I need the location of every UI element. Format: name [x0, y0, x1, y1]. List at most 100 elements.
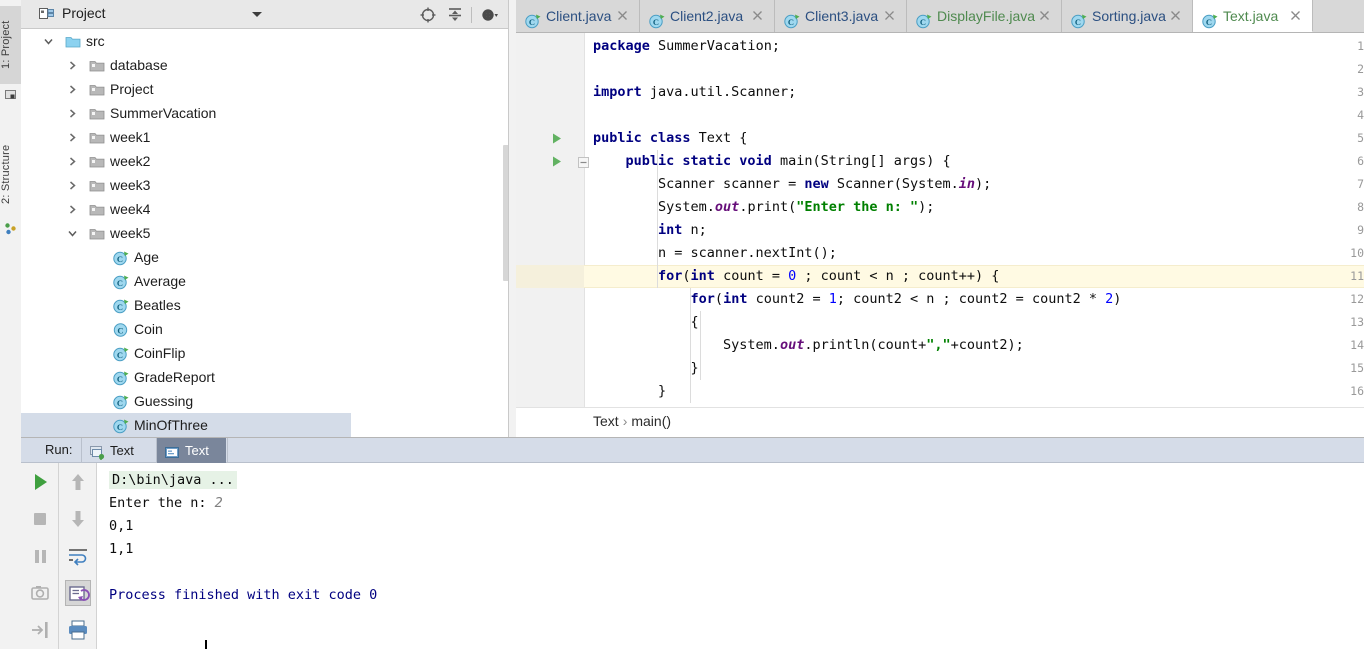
code-line[interactable]: { — [593, 311, 699, 334]
tree-row-minofthree[interactable]: C MinOfThree — [21, 413, 351, 437]
soft-wrap-icon[interactable] — [65, 543, 91, 569]
code-line[interactable]: System.out.print("Enter the n: "); — [593, 196, 934, 219]
tree-row-summervacation[interactable]: SummerVacation — [21, 101, 516, 125]
tree-row-week1[interactable]: week1 — [21, 125, 516, 149]
code-line[interactable]: int n; — [593, 219, 707, 242]
chevron-right-icon[interactable] — [68, 109, 77, 118]
tree-row-label: Age — [134, 249, 159, 265]
tree-row-week4[interactable]: week4 — [21, 197, 516, 221]
stop-icon[interactable] — [27, 506, 53, 532]
editor-tab-client2-java[interactable]: C Client2.java — [640, 0, 775, 32]
editor-gutter[interactable] — [516, 33, 585, 407]
close-icon[interactable] — [883, 9, 896, 22]
svg-text:C: C — [117, 302, 123, 312]
chevron-right-icon[interactable] — [68, 133, 77, 142]
arrow-up-icon[interactable] — [65, 469, 91, 495]
dump-threads-icon[interactable] — [27, 580, 53, 606]
rerun-icon[interactable] — [27, 469, 53, 495]
run-gutter-icon[interactable] — [550, 132, 563, 145]
editor-tab-displayfile-java[interactable]: C DisplayFile.java — [907, 0, 1062, 32]
chevron-right-icon[interactable] — [68, 85, 77, 94]
tree-row-guessing[interactable]: C Guessing — [21, 389, 516, 413]
editor-tab-sorting-java[interactable]: C Sorting.java — [1062, 0, 1193, 32]
line-number: 7 — [1357, 177, 1364, 191]
chevron-right-icon[interactable] — [68, 181, 77, 190]
code-line[interactable]: package SummerVacation; — [593, 35, 780, 58]
console-line: 1,1 — [109, 538, 133, 561]
chevron-down-icon[interactable] — [68, 229, 77, 238]
chevron-down-icon[interactable] — [44, 37, 53, 46]
breadcrumb-method[interactable]: main() — [631, 413, 671, 429]
close-icon[interactable] — [1169, 9, 1182, 22]
arrow-down-icon[interactable] — [65, 506, 91, 532]
line-number: 4 — [1357, 108, 1364, 122]
code-line[interactable]: Scanner scanner = new Scanner(System.in)… — [593, 173, 991, 196]
code-line[interactable]: import java.util.Scanner; — [593, 81, 796, 104]
tree-row-coinflip[interactable]: C CoinFlip — [21, 341, 516, 365]
breadcrumb-class[interactable]: Text — [593, 413, 619, 429]
tree-row-coin[interactable]: C Coin — [21, 317, 516, 341]
tree-row-week3[interactable]: week3 — [21, 173, 516, 197]
code-line[interactable]: public static void main(String[] args) { — [593, 150, 951, 173]
code-line[interactable]: } — [593, 380, 666, 403]
tree-row-src[interactable]: src — [21, 29, 516, 53]
close-icon[interactable] — [1038, 9, 1051, 22]
pause-icon[interactable] — [27, 543, 53, 569]
tree-row-project[interactable]: Project — [21, 77, 516, 101]
chevron-down-icon[interactable] — [252, 12, 262, 17]
editor-tab-client3-java[interactable]: C Client3.java — [775, 0, 907, 32]
tree-row-week5[interactable]: week5 — [21, 221, 516, 245]
code-line[interactable]: for(int count2 = 1; count2 < n ; count2 … — [593, 288, 1122, 311]
tree-row-age[interactable]: C Age — [21, 245, 516, 269]
close-icon[interactable] — [751, 9, 764, 22]
run-gutter-icon[interactable] — [550, 155, 563, 168]
tree-row-gradereport[interactable]: C GradeReport — [21, 365, 516, 389]
gear-icon[interactable] — [479, 5, 499, 25]
tree-row-average[interactable]: C Average — [21, 269, 516, 293]
tree-row-beatles[interactable]: C Beatles — [21, 293, 516, 317]
chevron-right-icon[interactable] — [68, 61, 77, 70]
console-output[interactable]: Process finished with exit code 0 1,1 0,1 E… — [97, 463, 1364, 649]
code-line[interactable]: } — [593, 357, 699, 380]
breadcrumb[interactable]: Text › main() — [593, 413, 671, 429]
tree-row-database[interactable]: database — [21, 53, 516, 77]
runnable-class-icon: C — [113, 345, 129, 362]
code-line[interactable]: public class Text { — [593, 127, 747, 150]
tool-rail-project[interactable]: 1: Project — [0, 6, 21, 84]
code-token: import — [593, 84, 650, 100]
java-class-icon: C — [916, 8, 932, 29]
code-line[interactable]: System.out.println(count+","+count2); — [593, 334, 1024, 357]
chevron-right-icon[interactable] — [68, 157, 77, 166]
print-icon[interactable] — [65, 617, 91, 643]
run-tab-console-label: Text — [185, 443, 209, 458]
structure-icon — [4, 222, 17, 235]
editor-tab-text-java[interactable]: C Text.java — [1193, 0, 1313, 32]
scroll-to-end-icon[interactable] — [65, 580, 91, 606]
code-line[interactable]: n = scanner.nextInt(); — [593, 242, 837, 265]
svg-text:C: C — [117, 350, 123, 360]
line-number: 8 — [1357, 200, 1364, 214]
tree-row-week2[interactable]: week2 — [21, 149, 516, 173]
tool-rail-structure[interactable]: 2: Structure — [0, 128, 21, 220]
code-editor[interactable]: 1 package SummerVacation; 2 3 import java.ut… — [516, 33, 1364, 407]
code-line[interactable]: for(int count = 0 ; count < n ; count++)… — [593, 265, 999, 288]
project-tree[interactable]: C MinOfThree C Guessing C GradeReport C CoinFli… — [21, 29, 516, 437]
close-icon[interactable] — [1289, 9, 1302, 22]
tree-row-label: src — [86, 33, 105, 49]
chevron-right-icon[interactable] — [68, 205, 77, 214]
exit-icon[interactable] — [27, 617, 53, 643]
run-tab-console[interactable]: Text — [157, 438, 226, 463]
code-token: ; count < n ; count++) { — [796, 268, 1000, 284]
code-token: System. — [593, 337, 780, 353]
run-tab-config[interactable]: Text — [82, 438, 155, 463]
code-fold-icon[interactable] — [578, 156, 589, 168]
editor-tab-client-java[interactable]: C Client.java — [516, 0, 640, 32]
collapse-all-icon[interactable] — [445, 5, 465, 25]
line-number: 10 — [1350, 246, 1364, 260]
console-user-input: 2 — [214, 495, 223, 511]
close-icon[interactable] — [616, 9, 629, 22]
locate-icon[interactable] — [418, 5, 438, 25]
java-class-icon: C — [649, 8, 665, 29]
console-line: Enter the n: 2 — [109, 492, 223, 515]
breadcrumb-separator: › — [622, 413, 628, 429]
